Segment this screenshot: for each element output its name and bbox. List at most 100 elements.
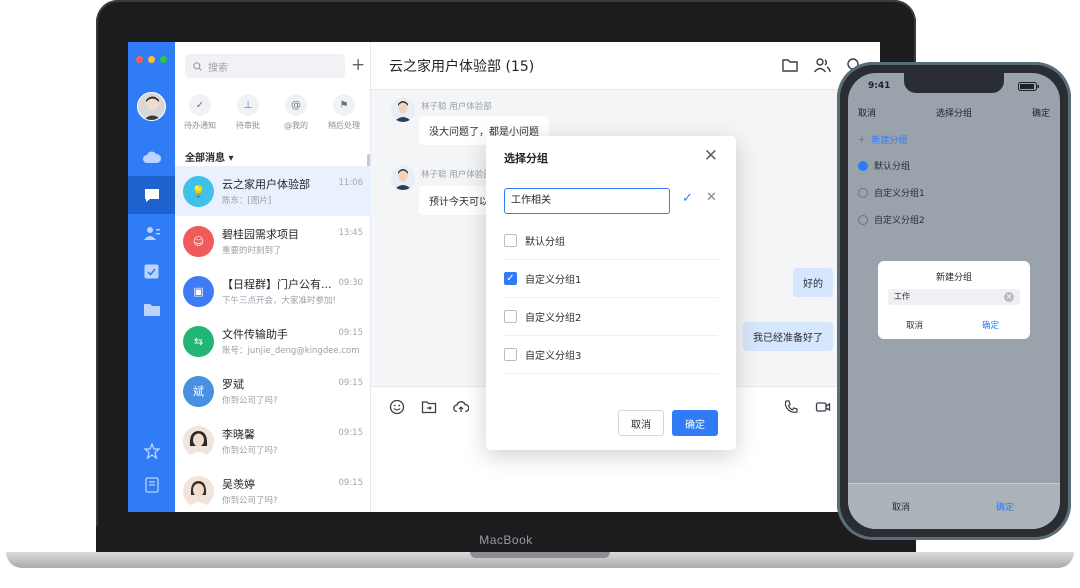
nav-rail (128, 42, 175, 512)
stamp-icon: ⊥ (237, 94, 259, 116)
confirm-check-icon[interactable]: ✓ (682, 191, 693, 206)
conversation-time: 09:30 (338, 278, 364, 288)
folder-icon[interactable] (781, 56, 799, 74)
macbook-brand-label: MacBook (479, 533, 533, 547)
clear-icon[interactable]: ✕ (1004, 292, 1014, 302)
members-icon[interactable] (813, 56, 831, 74)
shortcut-label: 稍后处理 (328, 121, 360, 130)
chat-title: 云之家用户体验部 (15) (389, 59, 535, 75)
close-icon[interactable]: ✕ (704, 146, 718, 166)
cloud-icon[interactable] (128, 138, 175, 176)
radio[interactable] (858, 214, 868, 225)
shortcut-later[interactable]: ⚑ 稍后处理 (321, 94, 367, 131)
group-name-input[interactable]: 工作相关 (504, 188, 670, 214)
shortcut-mentions[interactable]: @ @我的 (273, 94, 319, 131)
chat-header: 云之家用户体验部 (15) (371, 42, 880, 90)
checkbox[interactable] (504, 234, 517, 247)
all-messages-filter[interactable]: 全部消息 ▾ (185, 149, 234, 164)
option-label: 自定义分组2 (874, 216, 925, 226)
add-button[interactable]: + (351, 54, 365, 78)
my-message-bubble: 好的 (793, 268, 833, 297)
search-icon (193, 61, 202, 71)
folder-icon[interactable] (128, 290, 175, 328)
bottom-cancel-button[interactable]: 取消 (892, 500, 910, 513)
group-option[interactable]: 自定义分组2 (504, 298, 718, 336)
phone-call-icon[interactable] (783, 399, 799, 415)
file-transfer-icon: ⇆ (183, 325, 214, 357)
checkbox[interactable] (504, 348, 517, 361)
cancel-x-icon[interactable]: ✕ (706, 190, 717, 205)
new-group-label: 新建分组 (871, 136, 908, 146)
sender-name: 林子聪 用户体验部 (421, 102, 492, 112)
cancel-button[interactable]: 取消 (618, 410, 664, 436)
conversation-preview: 账号：junjie_deng@kingdee.com (222, 346, 360, 356)
option-label: 默认分组 (525, 237, 565, 248)
status-time: 9:41 (868, 81, 891, 91)
option-label: 自定义分组1 (525, 275, 582, 286)
search-placeholder: 搜索 (208, 62, 228, 74)
option-label: 自定义分组1 (874, 189, 925, 199)
group-option[interactable]: 默认分组 (504, 222, 718, 260)
shortcut-approval[interactable]: ⊥ 待审批 (225, 94, 271, 131)
messages-icon[interactable] (128, 176, 175, 214)
group-option[interactable]: 自定义分组3 (504, 336, 718, 374)
notes-icon[interactable] (128, 466, 175, 504)
user-avatar[interactable] (137, 92, 166, 121)
dialog-ok-button[interactable]: 确定 (982, 319, 999, 331)
conversation-title: 文件传输助手 (222, 328, 288, 341)
phone-group-option[interactable]: 自定义分组2 (858, 213, 925, 226)
contacts-icon[interactable] (128, 214, 175, 252)
conversation-title: 吴羡婷 (222, 478, 255, 491)
shortcut-label: 待办通知 (184, 121, 216, 130)
option-label: 自定义分组2 (525, 313, 582, 324)
at-icon: @ (285, 94, 307, 116)
shortcut-todo[interactable]: ✓ 待办通知 (177, 94, 223, 131)
send-file-icon[interactable] (421, 399, 437, 415)
emoji-icon[interactable] (389, 399, 405, 415)
radio-checked[interactable] (858, 160, 868, 171)
desktop-app-window: 搜索 + ✓ 待办通知 ⊥ 待审批 @ @我的 ⚑ 稍后处理 全部消息 ▾ 💡 … (128, 42, 880, 512)
cloud-upload-icon[interactable] (453, 399, 469, 415)
new-group-input[interactable]: 工作 ✕ (888, 289, 1020, 305)
battery-icon (1018, 82, 1039, 91)
conversation-item[interactable]: ▣ 【日程群】门户公有... 下午三点开会，大家准时参加! 09:30 (175, 266, 371, 316)
search-input[interactable]: 搜索 (185, 54, 345, 78)
star-icon[interactable] (128, 432, 175, 470)
conversation-time: 09:15 (338, 328, 364, 338)
close-window-button[interactable] (136, 56, 143, 63)
sender-avatar (391, 98, 415, 122)
conversation-item[interactable]: 李晓馨 你到公司了吗? 09:15 (175, 416, 371, 466)
group-option[interactable]: ✓ 自定义分组1 (504, 260, 718, 298)
conversation-time: 09:15 (338, 428, 364, 438)
shortcut-label: @我的 (284, 121, 308, 130)
conversation-item[interactable]: ⇆ 文件传输助手 账号：junjie_deng@kingdee.com 09:1… (175, 316, 371, 366)
conversation-preview: 你到公司了吗? (222, 396, 278, 406)
dialog-cancel-button[interactable]: 取消 (906, 319, 923, 331)
conversation-time: 11:06 (338, 178, 364, 188)
phone-group-option[interactable]: 默认分组 (858, 159, 910, 172)
sender-avatar (391, 166, 415, 190)
nav-title: 选择分组 (935, 109, 972, 119)
conversation-item[interactable]: ☺ 碧桂园需求项目 重要的时刻到了 13:45 (175, 216, 371, 266)
new-group-button[interactable]: + 新建分组 (858, 133, 908, 147)
confirm-button[interactable]: 确定 (672, 410, 718, 436)
conversation-item[interactable]: 💡 云之家用户体验部 陈东：[图片] 11:06 (175, 166, 371, 216)
radio[interactable] (858, 187, 868, 198)
conversation-item[interactable]: 斌 罗斌 你到公司了吗? 09:15 (175, 366, 371, 416)
checkbox-checked[interactable]: ✓ (504, 272, 517, 285)
conversation-title: 罗斌 (222, 378, 244, 391)
tasks-icon[interactable] (128, 252, 175, 290)
minimize-window-button[interactable] (148, 56, 155, 63)
nav-ok-button[interactable]: 确定 (1032, 106, 1050, 119)
bottom-ok-button[interactable]: 确定 (996, 500, 1014, 513)
conversation-item[interactable]: 吴羡婷 你到公司了吗? 09:15 (175, 466, 371, 512)
conversation-preview: 重要的时刻到了 (222, 246, 282, 256)
checkbox[interactable] (504, 310, 517, 323)
conversation-title: 碧桂园需求项目 (222, 228, 299, 241)
phone-notch (904, 73, 1004, 93)
phone-screen: 9:41 取消 选择分组 确定 + 新建分组 默认分组 自定义分组1 自定义分组… (848, 73, 1060, 529)
phone-group-option[interactable]: 自定义分组1 (858, 186, 925, 199)
video-call-icon[interactable] (815, 399, 831, 415)
maximize-window-button[interactable] (160, 56, 167, 63)
check-icon: ✓ (189, 94, 211, 116)
